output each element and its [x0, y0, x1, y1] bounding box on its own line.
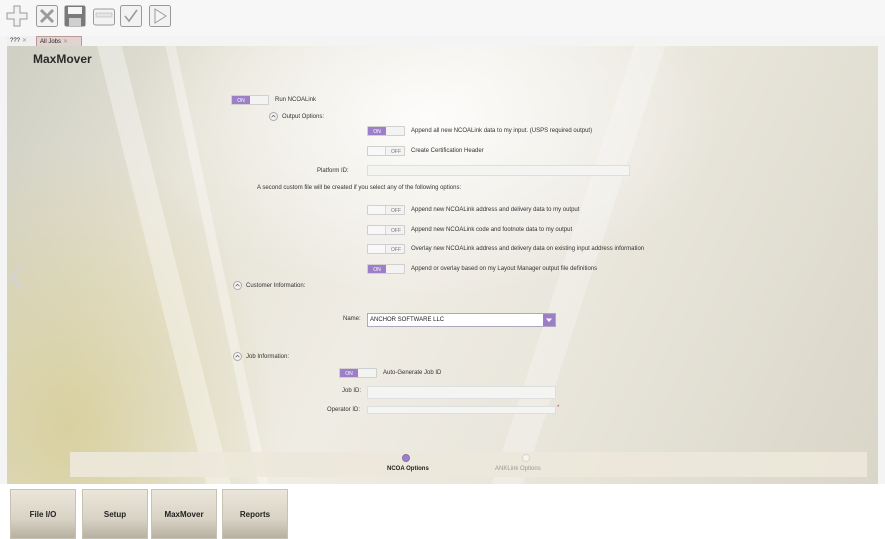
toggle-state: OFF — [391, 228, 401, 234]
close-icon[interactable]: ✕ — [22, 38, 27, 44]
collapse-output-options-icon[interactable] — [269, 112, 278, 121]
toggle-state: OFF — [391, 208, 401, 214]
overlay-address-toggle[interactable]: OFF — [367, 244, 405, 254]
step-label-ncoa[interactable]: NCOA Options — [387, 466, 429, 472]
maxmover-panel: MaxMover ON Run NCOALink Output Options:… — [7, 46, 878, 484]
customer-name-select[interactable]: ANCHOR SOFTWARE LLC — [367, 313, 556, 327]
toggle-knob — [368, 147, 386, 155]
tab-maxmover[interactable]: MaxMover — [151, 489, 217, 539]
tab-all-jobs[interactable]: All Jobs ✕ — [36, 36, 82, 46]
layout-manager-label: Append or overlay based on my Layout Man… — [411, 266, 598, 272]
auto-generate-job-id-toggle[interactable]: ON — [339, 368, 377, 378]
tab-unknown[interactable]: ??? ✕ — [7, 36, 37, 46]
bottom-nav: File I/O Setup MaxMover Reports — [0, 484, 885, 539]
platform-id-label: Platform ID: — [317, 168, 349, 174]
required-marker: * — [557, 405, 560, 411]
step-dot-ncoa[interactable] — [402, 454, 410, 462]
close-icon[interactable]: ✕ — [63, 39, 68, 45]
operator-id-label: Operator ID: — [327, 407, 361, 413]
auto-generate-job-id-label: Auto-Generate Job ID — [383, 370, 442, 376]
job-info-heading: Job Information: — [246, 354, 290, 360]
check-icon[interactable] — [119, 4, 143, 28]
toolbar — [0, 0, 885, 36]
toggle-knob — [368, 245, 386, 253]
toggle-state: OFF — [391, 247, 401, 253]
operator-id-field[interactable] — [367, 406, 556, 414]
output-options-heading: Output Options: — [282, 114, 325, 120]
customer-name-label: Name: — [343, 316, 361, 322]
toggle-state: ON — [368, 127, 386, 135]
run-ncoalink-toggle[interactable]: ON — [231, 95, 269, 105]
document-tabs: ??? ✕ All Jobs ✕ — [0, 36, 885, 46]
overlay-address-label: Overlay new NCOALink address and deliver… — [411, 246, 645, 252]
run-ncoalink-label: Run NCOALink — [275, 97, 317, 103]
toggle-knob — [368, 206, 386, 214]
folder-icon[interactable] — [92, 4, 116, 28]
toggle-state: OFF — [391, 149, 401, 155]
customer-info-heading: Customer Information: — [246, 283, 306, 289]
customer-name-value: ANCHOR SOFTWARE LLC — [370, 317, 445, 323]
append-address-toggle[interactable]: OFF — [367, 205, 405, 215]
step-dot-anklink[interactable] — [522, 454, 530, 462]
append-address-label: Append new NCOALink address and delivery… — [411, 207, 580, 213]
append-all-label: Append all new NCOALink data to my input… — [411, 128, 593, 134]
toggle-knob — [368, 226, 386, 234]
tab-reports[interactable]: Reports — [222, 489, 288, 539]
append-all-toggle[interactable]: ON — [367, 126, 405, 136]
chevron-left-icon[interactable] — [7, 262, 29, 292]
step-label-anklink[interactable]: ANKLink Options — [495, 466, 541, 472]
app-window: ??? ✕ All Jobs ✕ MaxMover ON Run NCOALink … — [0, 0, 885, 539]
platform-id-field[interactable] — [367, 165, 630, 176]
custom-file-note: A second custom file will be created if … — [257, 185, 462, 191]
collapse-job-info-icon[interactable] — [233, 352, 242, 361]
step-navigation: NCOA Options ANKLink Options — [70, 452, 867, 477]
delete-icon[interactable] — [35, 4, 59, 28]
job-id-field[interactable] — [367, 386, 556, 399]
run-icon[interactable] — [148, 4, 172, 28]
chevron-down-icon[interactable] — [543, 314, 555, 326]
append-code-toggle[interactable]: OFF — [367, 225, 405, 235]
layout-manager-toggle[interactable]: ON — [367, 264, 405, 274]
append-code-label: Append new NCOALink code and footnote da… — [411, 227, 573, 233]
certification-header-toggle[interactable]: OFF — [367, 146, 405, 156]
save-icon[interactable] — [63, 4, 87, 28]
tab-label: ??? — [10, 38, 21, 44]
job-id-label: Job ID: — [342, 388, 362, 394]
certification-header-label: Create Certification Header — [411, 148, 484, 154]
collapse-customer-info-icon[interactable] — [233, 281, 242, 290]
toggle-state: ON — [340, 369, 358, 377]
page-title: MaxMover — [33, 52, 92, 66]
toggle-state: ON — [232, 96, 250, 104]
add-icon[interactable] — [5, 4, 29, 28]
toggle-state: ON — [368, 265, 386, 273]
tab-file-io[interactable]: File I/O — [10, 489, 76, 539]
tab-label: All Jobs — [40, 39, 62, 45]
tab-setup[interactable]: Setup — [82, 489, 148, 539]
